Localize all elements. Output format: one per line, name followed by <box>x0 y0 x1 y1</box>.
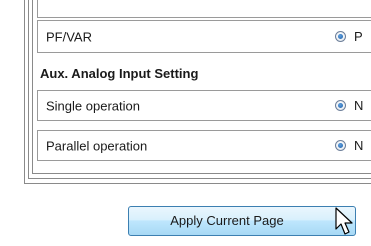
radio-selected-dot <box>338 34 343 39</box>
top-partial-row <box>37 0 371 18</box>
single-operation-label: Single operation <box>46 98 140 113</box>
parallel-operation-radio[interactable] <box>335 140 346 151</box>
arrow-pointer-icon <box>335 207 353 235</box>
apply-current-page-button[interactable]: Apply Current Page <box>128 206 356 236</box>
pf-var-radio-label[interactable]: P <box>354 29 363 44</box>
parallel-operation-radio-label[interactable]: N <box>354 138 363 153</box>
parallel-operation-row: Parallel operation N <box>37 130 371 161</box>
pf-var-row: PF/VAR P <box>37 20 371 53</box>
pf-var-label: PF/VAR <box>46 29 92 44</box>
single-operation-radio[interactable] <box>335 100 346 111</box>
single-operation-radio-label[interactable]: N <box>354 98 363 113</box>
parallel-operation-label: Parallel operation <box>46 138 148 153</box>
pf-var-radio[interactable] <box>335 31 346 42</box>
single-operation-row: Single operation N <box>37 90 371 121</box>
aux-analog-input-setting-header: Aux. Analog Input Setting <box>40 66 199 81</box>
radio-selected-dot <box>338 143 343 148</box>
radio-selected-dot <box>338 103 343 108</box>
settings-panel: PF/VAR P Aux. Analog Input Setting Singl… <box>0 0 371 246</box>
